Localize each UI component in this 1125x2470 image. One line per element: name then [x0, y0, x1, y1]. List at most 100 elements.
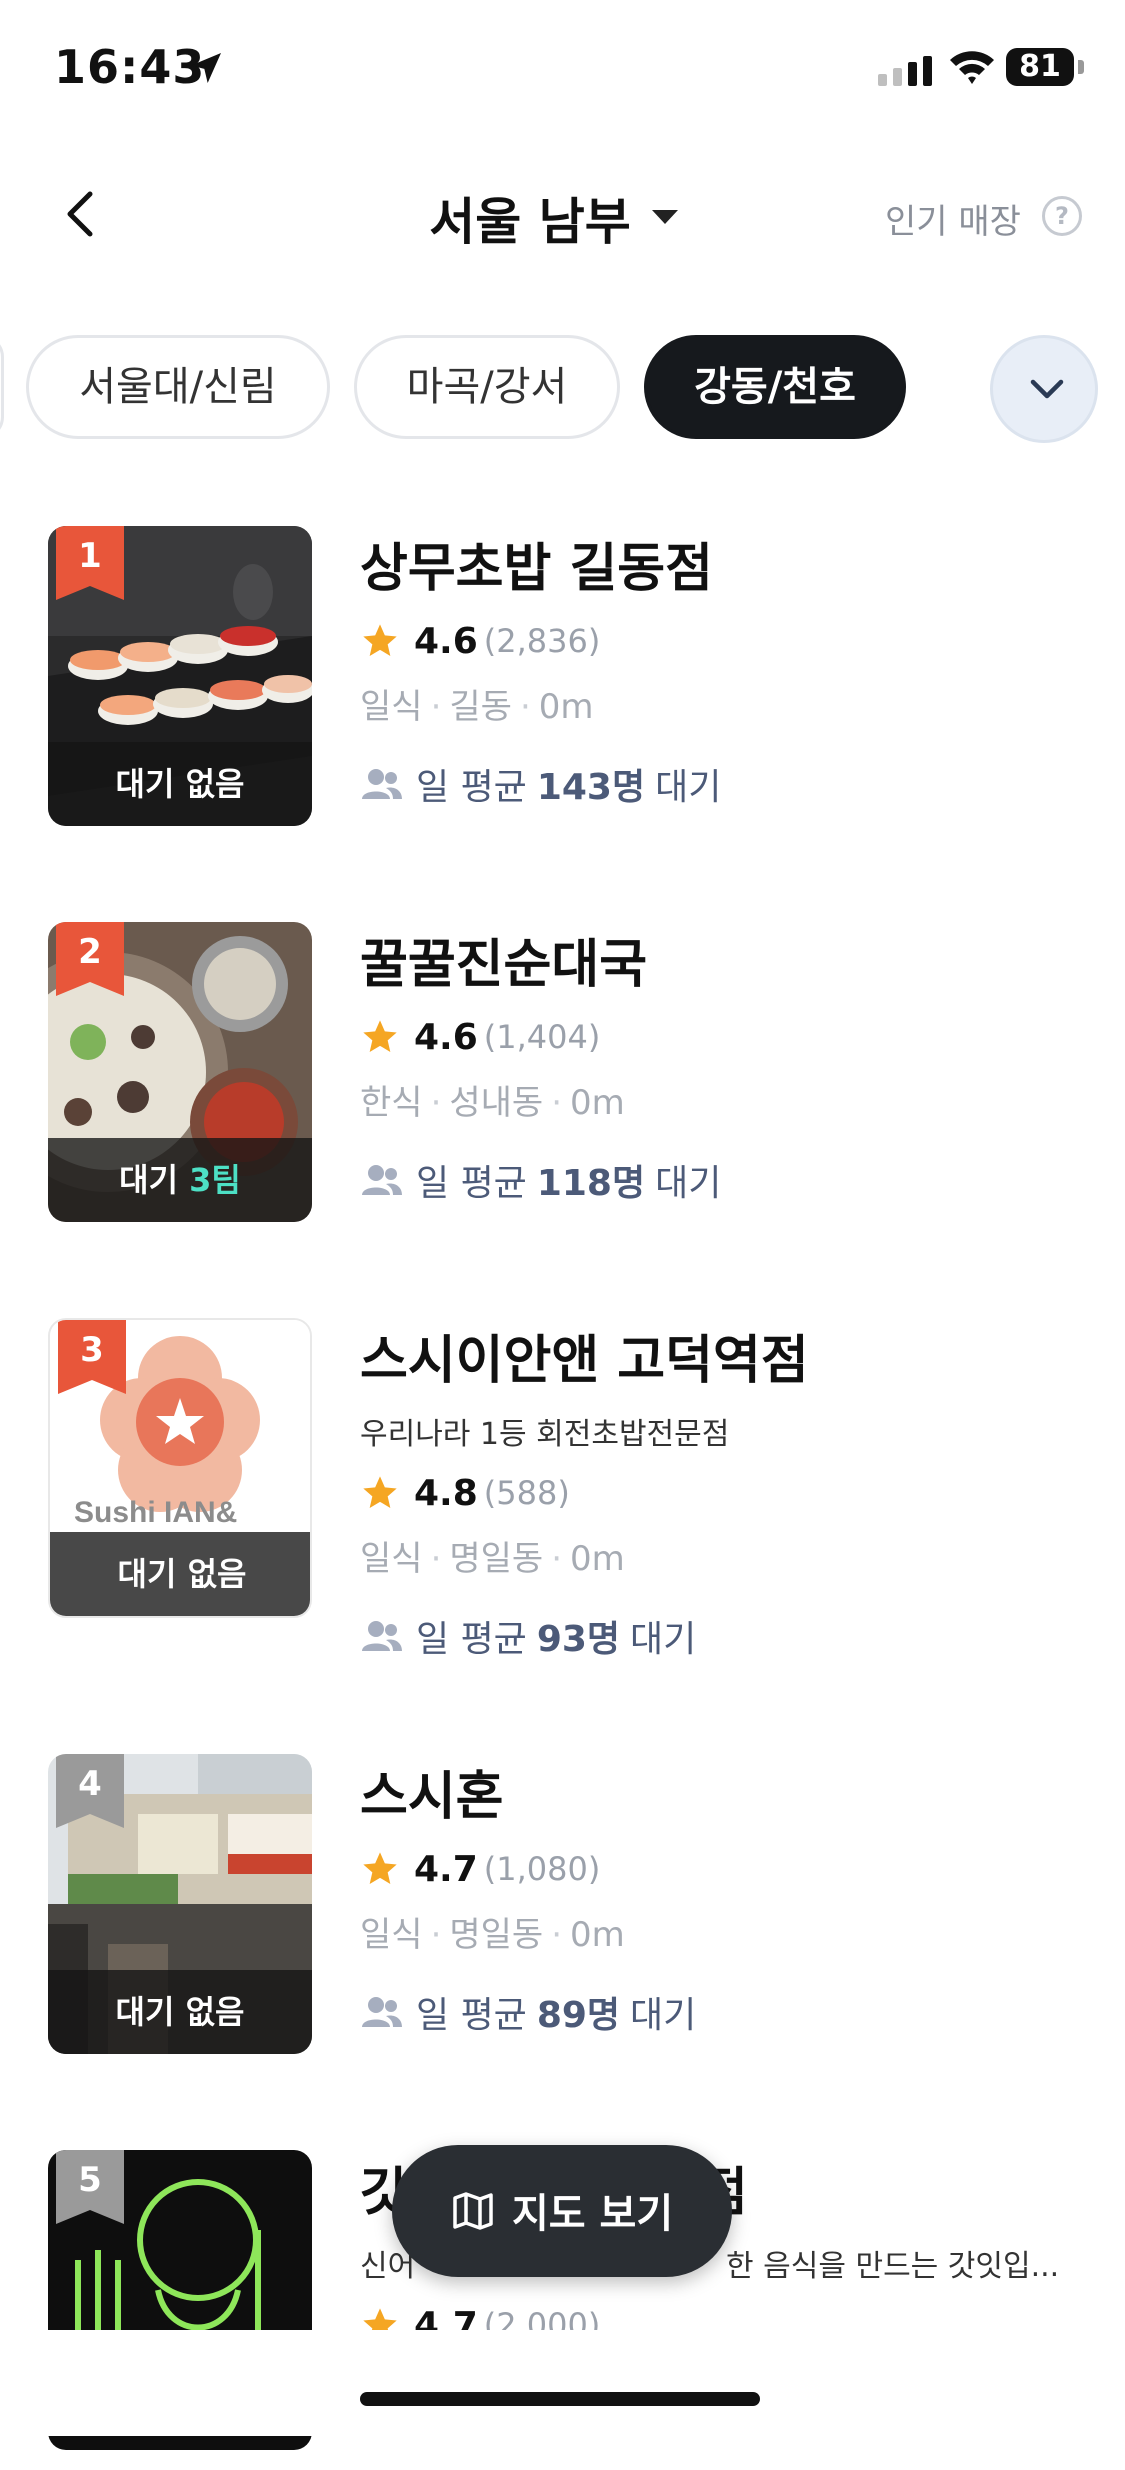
store-tagline: 우리나라 1등 회전초밥전문점 [360, 1417, 730, 1452]
store-name: 꿀꿀진순대국 [360, 935, 648, 995]
header: 서울 남부 인기 매장 ? [0, 160, 1125, 270]
rating-value: 4.6 [414, 620, 478, 662]
separator-dot: · [430, 1083, 442, 1123]
avg-prefix: 일 평균 [416, 1619, 527, 1660]
bottom-safe-area [0, 2330, 1125, 2436]
popular-stores-label[interactable]: 인기 매장 [885, 194, 1021, 243]
chip-partial[interactable] [0, 335, 4, 439]
wait-status: 대기 없음 [48, 1970, 312, 2054]
map-view-button[interactable]: 지도 보기 [392, 2145, 732, 2277]
map-icon [453, 2192, 493, 2230]
wait-status-text: 대기 없음 [117, 1555, 247, 1593]
battery-cap [1078, 60, 1084, 74]
star-icon [363, 624, 397, 656]
people-icon [362, 769, 402, 799]
separator-dot: · [430, 687, 442, 727]
rating-value: 4.6 [414, 1016, 478, 1058]
rating-value: 4.8 [414, 1472, 478, 1514]
separator-dot: · [430, 1915, 442, 1955]
status-bar: 16:43 81 [0, 0, 1125, 140]
separator-dot: · [551, 1083, 563, 1123]
store-name: 상무초밥 길동점 [360, 539, 713, 599]
area: 명일동 [449, 1539, 544, 1579]
cuisine: 한식 [360, 1083, 423, 1123]
wait-status: 대기 없음 [50, 1532, 310, 1616]
rank-number: 5 [78, 2160, 102, 2200]
average-wait-row: 일 평균 89명 대기 [360, 1986, 1080, 2038]
store-name: 스시이안앤 고덕역점 [360, 1331, 809, 1391]
store-item[interactable]: 2 대기 3팀 꿀꿀진순대국 4.6 (1,404) 한식 · 성내동 · 0m 일 평… [0, 922, 1125, 1242]
rating-row: 4.6 (2,836) [360, 617, 1080, 665]
wait-status: 대기 3팀 [48, 1138, 312, 1222]
separator-dot: · [430, 1539, 442, 1579]
star-icon [363, 1476, 397, 1508]
rating-row: 4.8 (588) [360, 1469, 1080, 1517]
expand-chips-button[interactable] [990, 335, 1098, 443]
avg-suffix: 대기 [630, 1995, 697, 2036]
store-info: 꿀꿀진순대국 4.6 (1,404) 한식 · 성내동 · 0m 일 평균 118명 대… [360, 922, 1080, 1206]
store-name: 스시혼 [360, 1767, 504, 1827]
wait-status-text: 대기 [119, 1161, 179, 1199]
store-thumbnail: Sushi IAN& 3 대기 없음 [48, 1318, 312, 1618]
rank-number: 3 [80, 1330, 104, 1370]
wait-status-text: 대기 없음 [115, 765, 245, 803]
avg-suffix: 대기 [655, 1163, 722, 1204]
people-icon [362, 1997, 402, 2027]
avg-count: 118명 [536, 1163, 646, 1204]
area: 명일동 [449, 1915, 544, 1955]
chip-gangdong-cheonho[interactable]: 강동/천호 [644, 335, 906, 439]
avg-prefix: 일 평균 [416, 1163, 527, 1204]
store-item[interactable]: 1 대기 없음 상무초밥 길동점 4.6 (2,836) 일식 · 길동 · 0m 일 … [0, 526, 1125, 846]
logo-text: Sushi IAN& [74, 1496, 238, 1529]
battery-indicator: 81 [1006, 48, 1074, 86]
store-info: 상무초밥 길동점 4.6 (2,836) 일식 · 길동 · 0m 일 평균 143명 … [360, 526, 1080, 810]
wifi-icon [950, 51, 994, 84]
tagline-start: 신어 [360, 2249, 416, 2284]
avg-suffix: 대기 [630, 1619, 697, 1660]
avg-prefix: 일 평균 [416, 1995, 527, 2036]
help-icon[interactable]: ? [1042, 196, 1082, 236]
region-title: 서울 남부 [429, 193, 631, 251]
home-indicator[interactable] [360, 2392, 760, 2406]
avg-count: 89명 [536, 1995, 621, 2036]
chip-magok-gangseo[interactable]: 마곡/강서 [354, 335, 620, 439]
store-thumbnail: 1 대기 없음 [48, 526, 312, 826]
rank-number: 4 [78, 1764, 102, 1804]
store-meta: 일식 · 길동 · 0m [360, 679, 1080, 728]
store-info: 스시이안앤 고덕역점 우리나라 1등 회전초밥전문점 4.8 (588) 일식 ·… [360, 1318, 1080, 1662]
store-meta: 한식 · 성내동 · 0m [360, 1075, 1080, 1124]
store-thumbnail: 2 대기 3팀 [48, 922, 312, 1222]
cuisine: 일식 [360, 1539, 423, 1579]
distance: 0m [570, 1539, 625, 1579]
location-arrow-icon [191, 53, 221, 83]
separator-dot: · [551, 1915, 563, 1955]
review-count: (1,080) [483, 1850, 601, 1888]
cuisine: 일식 [360, 687, 423, 727]
wait-team-count: 3팀 [189, 1161, 241, 1199]
status-time: 16:43 [54, 40, 206, 94]
rating-value: 4.7 [414, 1848, 478, 1890]
wait-status: 대기 없음 [48, 742, 312, 826]
chevron-down-icon [1030, 379, 1064, 399]
separator-dot: · [519, 687, 531, 727]
map-view-label: 지도 보기 [512, 2191, 674, 2237]
tagline-end: 한 음식을 만드는 갓잇입... [726, 2249, 1060, 2284]
review-count: (2,836) [483, 622, 601, 660]
store-item[interactable]: Sushi IAN& 3 대기 없음 스시이안앤 고덕역점 우리나라 1등 회전… [0, 1318, 1125, 1660]
store-thumbnail: 4 대기 없음 [48, 1754, 312, 2054]
people-icon [362, 1621, 402, 1651]
store-item[interactable]: 4 대기 없음 스시혼 4.7 (1,080) 일식 · 명일동 · 0m 일 평균 8… [0, 1754, 1125, 2074]
avg-suffix: 대기 [655, 767, 722, 808]
review-count: (588) [483, 1474, 570, 1512]
average-wait-row: 일 평균 118명 대기 [360, 1154, 1080, 1206]
store-info: 스시혼 4.7 (1,080) 일식 · 명일동 · 0m 일 평균 89명 대기 [360, 1754, 1080, 2038]
area: 성내동 [449, 1083, 544, 1123]
caret-down-icon[interactable] [650, 208, 680, 226]
review-count: (1,404) [483, 1018, 601, 1056]
rating-row: 4.7 (1,080) [360, 1845, 1080, 1893]
distance: 0m [570, 1083, 625, 1123]
avg-prefix: 일 평균 [416, 767, 527, 808]
area: 길동 [449, 687, 512, 727]
chip-seouldae-sillim[interactable]: 서울대/신림 [26, 335, 330, 439]
avg-count: 93명 [536, 1619, 621, 1660]
